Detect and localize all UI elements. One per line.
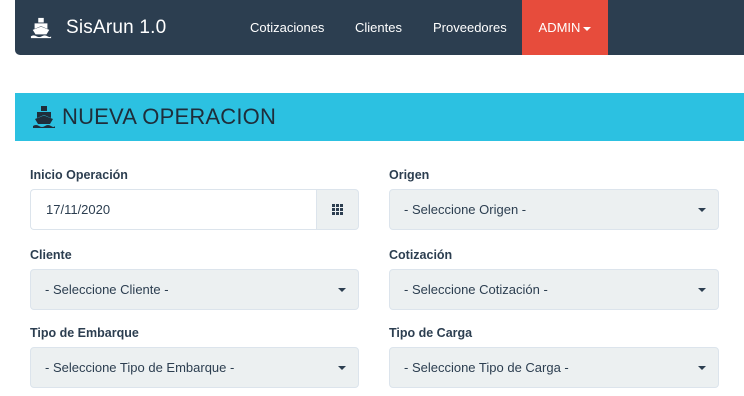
caret-down-icon xyxy=(698,366,706,370)
ship-icon xyxy=(33,106,55,128)
origen-value: - Seleccione Origen - xyxy=(404,202,527,217)
nav-admin-dropdown[interactable]: ADMIN xyxy=(522,0,608,55)
inicio-operacion-input[interactable]: 17/11/2020 xyxy=(30,189,317,230)
brand-title: SisArun 1.0 xyxy=(66,16,167,38)
cotizacion-value: - Seleccione Cotización - xyxy=(404,282,548,297)
tipo-embarque-label: Tipo de Embarque xyxy=(30,326,139,340)
cliente-label: Cliente xyxy=(30,248,72,262)
caret-down-icon xyxy=(338,366,346,370)
cotizacion-select[interactable]: - Seleccione Cotización - xyxy=(389,269,719,310)
cliente-value: - Seleccione Cliente - xyxy=(45,282,169,297)
caret-down-icon xyxy=(698,208,706,212)
calendar-icon xyxy=(332,204,343,215)
origen-select[interactable]: - Seleccione Origen - xyxy=(389,189,719,230)
calendar-button[interactable] xyxy=(316,189,359,230)
caret-down-icon xyxy=(583,26,592,31)
panel-heading: NUEVA OPERACION xyxy=(15,93,744,141)
cotizacion-label: Cotización xyxy=(389,248,453,262)
navbar: SisArun 1.0 Cotizaciones Clientes Provee… xyxy=(15,0,744,55)
ship-icon xyxy=(30,17,52,38)
inicio-operacion-value: 17/11/2020 xyxy=(46,202,111,217)
caret-down-icon xyxy=(698,288,706,292)
nav-cotizaciones[interactable]: Cotizaciones xyxy=(250,0,324,55)
tipo-carga-value: - Seleccione Tipo de Carga - xyxy=(404,360,569,375)
nav-admin-label: ADMIN xyxy=(538,20,581,35)
tipo-embarque-value: - Seleccione Tipo de Embarque - xyxy=(45,360,235,375)
tipo-embarque-select[interactable]: - Seleccione Tipo de Embarque - xyxy=(30,347,359,388)
page-title: NUEVA OPERACION xyxy=(62,104,277,129)
tipo-carga-select[interactable]: - Seleccione Tipo de Carga - xyxy=(389,347,719,388)
caret-down-icon xyxy=(338,288,346,292)
origen-label: Origen xyxy=(389,168,430,182)
brand[interactable]: SisArun 1.0 xyxy=(30,0,166,55)
tipo-carga-label: Tipo de Carga xyxy=(389,326,473,340)
cliente-select[interactable]: - Seleccione Cliente - xyxy=(30,269,359,310)
nav-clientes[interactable]: Clientes xyxy=(355,0,402,55)
nav-proveedores[interactable]: Proveedores xyxy=(433,0,507,55)
inicio-operacion-label: Inicio Operación xyxy=(30,168,128,182)
